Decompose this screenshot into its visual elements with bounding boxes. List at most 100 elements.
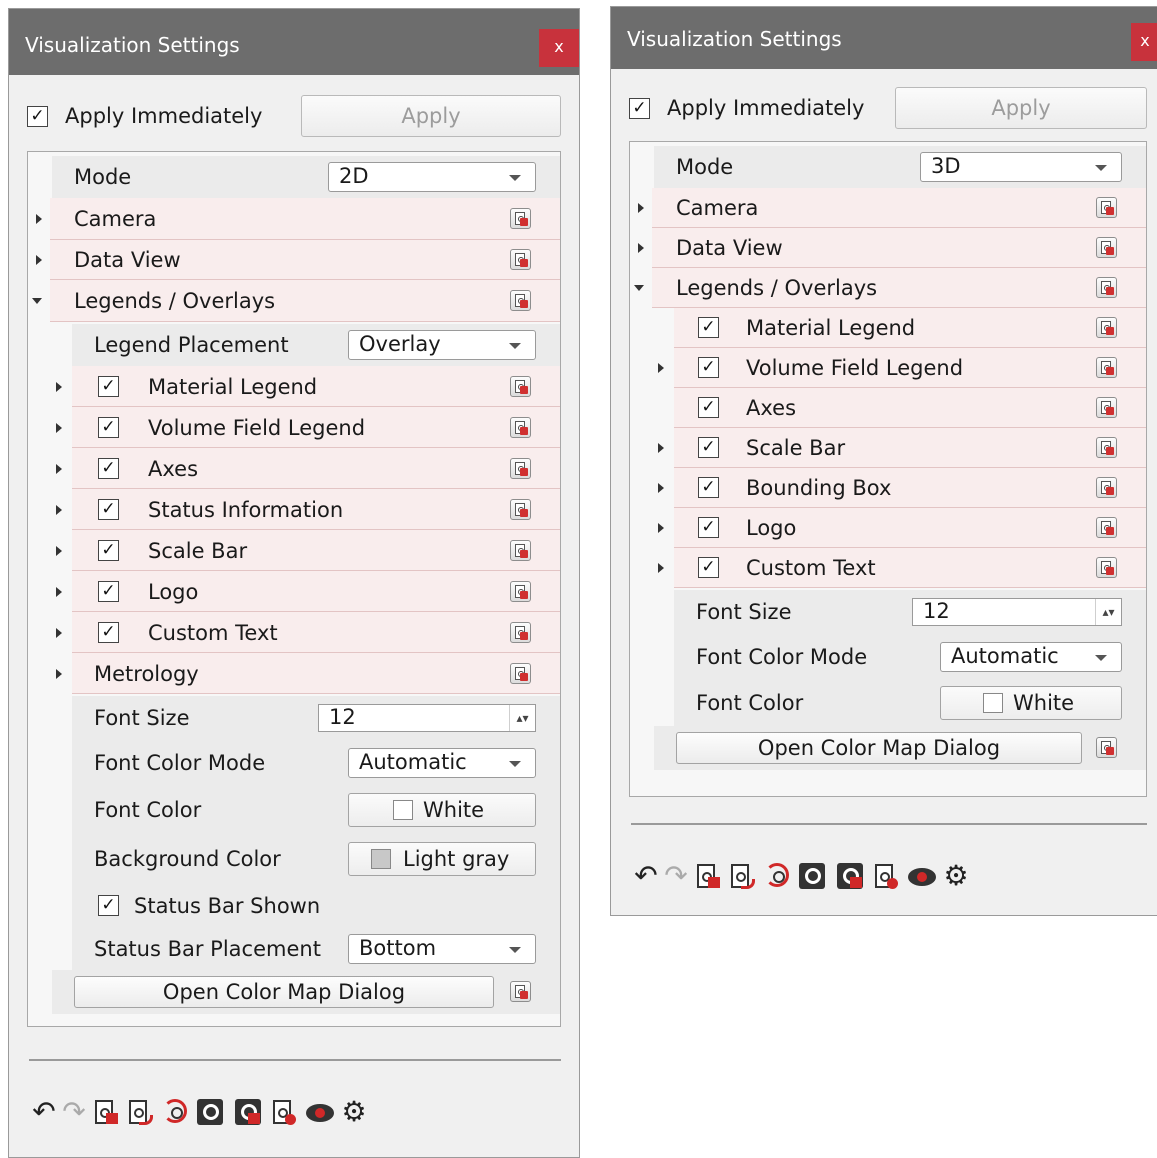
reset-icon[interactable]: [1096, 317, 1117, 338]
spin-arrows-icon[interactable]: ▴▾: [1095, 599, 1121, 625]
title-bar[interactable]: Visualization Settings x: [9, 9, 579, 75]
overlay-item-custom-text[interactable]: ✓ Custom Text: [28, 612, 560, 653]
reset-icon[interactable]: [510, 457, 531, 479]
reset-icon[interactable]: [510, 662, 531, 684]
close-button[interactable]: x: [1131, 23, 1157, 61]
font-color-mode-select[interactable]: Automatic: [940, 642, 1122, 672]
gear-icon[interactable]: ⚙: [339, 1093, 369, 1133]
reset-icon[interactable]: [510, 416, 531, 438]
font-size-spinbox[interactable]: 12 ▴▾: [318, 704, 536, 732]
material-legend-checkbox[interactable]: ✓: [98, 375, 119, 397]
overlay-item-custom-text[interactable]: ✓ Custom Text: [630, 548, 1146, 588]
overlay-item-logo[interactable]: ✓ Logo: [28, 571, 560, 612]
custom-text-checkbox[interactable]: ✓: [698, 557, 719, 578]
script-icon[interactable]: [871, 857, 901, 897]
overlay-item-metrology[interactable]: Metrology: [28, 653, 560, 694]
font-color-button[interactable]: White: [940, 686, 1122, 720]
section-data-view[interactable]: Data View: [630, 228, 1146, 268]
export-settings-icon[interactable]: [125, 1093, 155, 1133]
expand-arrow-icon[interactable]: [658, 563, 664, 573]
lock-settings-icon[interactable]: [91, 1093, 121, 1133]
section-legends-overlays[interactable]: Legends / Overlays: [28, 280, 560, 322]
reset-icon[interactable]: [1096, 557, 1117, 578]
expand-arrow-icon[interactable]: [658, 363, 664, 373]
expand-arrow-icon[interactable]: [658, 443, 664, 453]
expand-arrow-icon[interactable]: [36, 214, 42, 224]
volume-field-legend-checkbox[interactable]: ✓: [698, 357, 719, 378]
close-button[interactable]: x: [539, 29, 579, 67]
legend-placement-select[interactable]: Overlay: [348, 330, 536, 360]
mode-select[interactable]: 3D: [920, 152, 1122, 182]
spin-arrows-icon[interactable]: ▴▾: [509, 705, 535, 731]
collapse-arrow-icon[interactable]: [634, 285, 644, 291]
logo-checkbox[interactable]: ✓: [698, 517, 719, 538]
reset-icon[interactable]: [510, 981, 531, 1002]
reset-icon[interactable]: [510, 375, 531, 397]
custom-text-checkbox[interactable]: ✓: [98, 621, 119, 643]
expand-arrow-icon[interactable]: [638, 203, 644, 213]
mode-select[interactable]: 2D: [328, 162, 536, 192]
expand-arrow-icon[interactable]: [56, 422, 62, 433]
reset-icon[interactable]: [510, 208, 531, 229]
overlay-item-volume-field-legend[interactable]: ✓ Volume Field Legend: [28, 407, 560, 448]
scale-bar-checkbox[interactable]: ✓: [98, 539, 119, 561]
overlay-item-material-legend[interactable]: ✓ Material Legend: [630, 308, 1146, 348]
reset-icon[interactable]: [1096, 357, 1117, 378]
font-color-button[interactable]: White: [348, 793, 536, 827]
gear-icon[interactable]: ⚙: [941, 857, 971, 897]
overlay-item-axes[interactable]: ✓ Axes: [28, 448, 560, 489]
expand-arrow-icon[interactable]: [56, 627, 62, 638]
undo-icon[interactable]: ↶: [631, 857, 661, 897]
reset-icon[interactable]: [510, 290, 531, 311]
expand-arrow-icon[interactable]: [56, 586, 62, 597]
reset-icon[interactable]: [1096, 397, 1117, 418]
reset-icon[interactable]: [510, 249, 531, 270]
visibility-icon[interactable]: [305, 1093, 335, 1133]
expand-arrow-icon[interactable]: [658, 523, 664, 533]
reset-icon[interactable]: [1096, 477, 1117, 498]
reset-icon[interactable]: [1096, 437, 1117, 458]
status-bar-shown-checkbox[interactable]: ✓: [98, 895, 119, 916]
apply-immediately-checkbox[interactable]: ✓: [27, 106, 48, 127]
reset-icon[interactable]: [1096, 737, 1117, 758]
logo-checkbox[interactable]: ✓: [98, 580, 119, 602]
open-color-map-dialog-button[interactable]: Open Color Map Dialog: [676, 732, 1082, 764]
section-legends-overlays[interactable]: Legends / Overlays: [630, 268, 1146, 308]
overlay-item-material-legend[interactable]: ✓ Material Legend: [28, 366, 560, 407]
reset-icon[interactable]: [1096, 277, 1117, 298]
lock-settings-icon[interactable]: [693, 857, 723, 897]
material-legend-checkbox[interactable]: ✓: [698, 317, 719, 338]
save-settings-icon[interactable]: [233, 1093, 263, 1133]
overlay-item-logo[interactable]: ✓ Logo: [630, 508, 1146, 548]
overlay-item-scale-bar[interactable]: ✓ Scale Bar: [630, 428, 1146, 468]
redo-icon[interactable]: ↷: [661, 857, 691, 897]
expand-arrow-icon[interactable]: [658, 483, 664, 493]
overlay-item-status-information[interactable]: ✓ Status Information: [28, 489, 560, 530]
reset-settings-icon[interactable]: [761, 857, 791, 897]
expand-arrow-icon[interactable]: [638, 243, 644, 253]
title-bar[interactable]: Visualization Settings x: [611, 7, 1157, 69]
reset-icon[interactable]: [1096, 237, 1117, 258]
apply-button[interactable]: Apply: [301, 95, 561, 137]
bounding-box-checkbox[interactable]: ✓: [698, 477, 719, 498]
section-camera[interactable]: Camera: [630, 188, 1146, 228]
expand-arrow-icon[interactable]: [56, 504, 62, 515]
axes-checkbox[interactable]: ✓: [698, 397, 719, 418]
expand-arrow-icon[interactable]: [56, 463, 62, 474]
overlay-item-volume-field-legend[interactable]: ✓ Volume Field Legend: [630, 348, 1146, 388]
visibility-icon[interactable]: [907, 857, 937, 897]
apply-button[interactable]: Apply: [895, 87, 1147, 129]
volume-field-legend-checkbox[interactable]: ✓: [98, 416, 119, 438]
overlay-item-bounding-box[interactable]: ✓ Bounding Box: [630, 468, 1146, 508]
status-bar-placement-select[interactable]: Bottom: [348, 934, 536, 964]
reset-icon[interactable]: [510, 621, 531, 643]
scale-bar-checkbox[interactable]: ✓: [698, 437, 719, 458]
reset-icon[interactable]: [510, 580, 531, 602]
font-color-mode-select[interactable]: Automatic: [348, 748, 536, 778]
load-settings-icon[interactable]: [797, 857, 827, 897]
expand-arrow-icon[interactable]: [36, 255, 42, 265]
expand-arrow-icon[interactable]: [56, 545, 62, 556]
background-color-button[interactable]: Light gray: [348, 842, 536, 876]
overlay-item-axes[interactable]: ✓ Axes: [630, 388, 1146, 428]
font-size-spinbox[interactable]: 12 ▴▾: [912, 598, 1122, 626]
